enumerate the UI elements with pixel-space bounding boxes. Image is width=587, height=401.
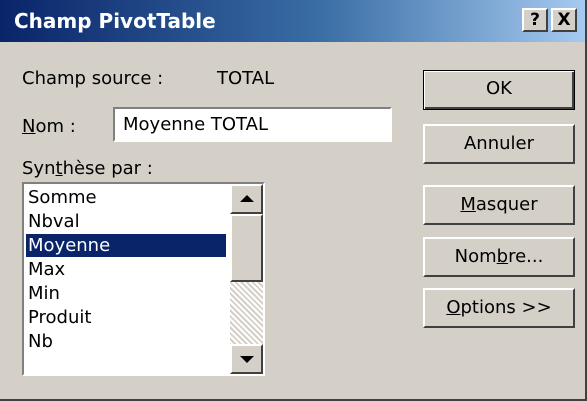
source-field-label: Champ source : — [22, 68, 164, 89]
ok-button[interactable]: OK — [423, 70, 575, 110]
arrow-up-icon — [239, 195, 254, 202]
scroll-down-button[interactable] — [230, 344, 263, 374]
dialog-title: Champ PivotTable — [14, 9, 216, 33]
summarize-by-label: Synthèse par : — [22, 158, 153, 179]
name-input[interactable] — [113, 107, 392, 142]
title-bar[interactable]: Champ PivotTable ? X — [0, 0, 585, 42]
number-format-button[interactable]: Nombre... — [423, 237, 575, 277]
list-item-max[interactable]: Max — [26, 258, 226, 281]
name-label: Nom : — [22, 116, 76, 137]
summary-function-list[interactable]: Somme Nbval Moyenne Max Min Produit Nb — [22, 182, 265, 376]
cancel-button[interactable]: Annuler — [423, 124, 575, 164]
options-button[interactable]: Options >> — [423, 288, 575, 328]
pivottable-field-dialog: Champ PivotTable ? X Champ source : TOTA… — [0, 0, 587, 401]
list-item-min[interactable]: Min — [26, 282, 226, 305]
close-button[interactable]: X — [551, 8, 577, 32]
list-scrollbar[interactable] — [230, 184, 263, 374]
list-item-nb[interactable]: Nb — [26, 330, 226, 353]
list-item-moyenne[interactable]: Moyenne — [26, 234, 226, 257]
help-button[interactable]: ? — [522, 8, 548, 32]
arrow-down-icon — [239, 356, 254, 363]
list-item-nbval[interactable]: Nbval — [26, 210, 226, 233]
hide-button[interactable]: Masquer — [423, 185, 575, 225]
source-field-value: TOTAL — [217, 68, 275, 89]
list-item-somme[interactable]: Somme — [26, 186, 226, 209]
scroll-up-button[interactable] — [230, 184, 263, 214]
list-item-produit[interactable]: Produit — [26, 306, 226, 329]
scroll-thumb[interactable] — [230, 214, 263, 282]
